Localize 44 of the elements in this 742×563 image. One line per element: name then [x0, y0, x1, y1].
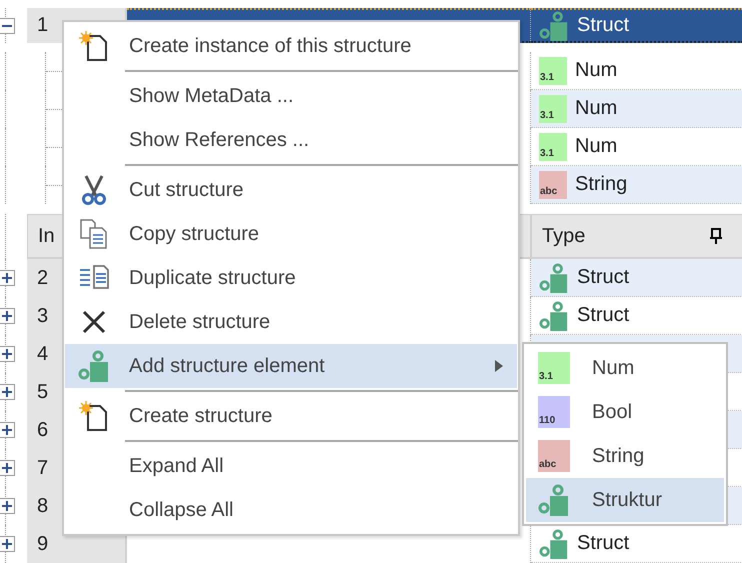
- menu-item[interactable]: abc String: [526, 434, 724, 478]
- menu-item[interactable]: Show MetaData ...: [65, 74, 517, 118]
- menu-item[interactable]: Cut structure: [65, 168, 517, 212]
- type-badge-icon: 3.1: [539, 56, 567, 84]
- type-label: Struct: [577, 304, 630, 327]
- new-document-icon: [78, 400, 110, 432]
- column-header[interactable]: Type: [531, 214, 742, 259]
- type-badge-icon: 3.1: [539, 94, 567, 122]
- new-document-icon: [78, 30, 110, 62]
- pin-icon[interactable]: [710, 228, 722, 244]
- menu-item[interactable]: Show References ...: [65, 118, 517, 162]
- type-label: Struct: [577, 532, 630, 555]
- expand-icon[interactable]: [0, 422, 15, 438]
- type-badge-icon: 3.1: [538, 352, 570, 384]
- type-label: Struct: [577, 14, 630, 37]
- copy-icon: [78, 218, 110, 250]
- type-label: Num: [575, 135, 618, 158]
- structure-icon: [539, 10, 569, 40]
- type-label: Num: [575, 97, 618, 120]
- menu-item[interactable]: Copy structure: [65, 212, 517, 256]
- type-badge-icon: 3.1: [539, 132, 567, 160]
- structure-icon: [539, 300, 569, 330]
- menu-item[interactable]: Add structure element: [65, 344, 517, 388]
- expand-icon[interactable]: [0, 498, 15, 514]
- menu-item[interactable]: 3.1 Num: [526, 346, 724, 390]
- menu-item[interactable]: Struktur: [526, 478, 724, 522]
- collapse-icon[interactable]: [0, 18, 15, 34]
- type-badge-icon: abc: [539, 170, 567, 198]
- type-label: Struct: [577, 266, 630, 289]
- type-label: Num: [575, 59, 618, 82]
- type-badge-icon: 110: [538, 396, 570, 428]
- expand-icon[interactable]: [0, 460, 15, 476]
- type-badge-icon: abc: [538, 440, 570, 472]
- expand-icon[interactable]: [0, 270, 15, 286]
- expand-icon[interactable]: [0, 384, 15, 400]
- expand-icon[interactable]: [0, 308, 15, 324]
- structure-icon: [539, 262, 569, 292]
- structure-icon: [539, 528, 569, 558]
- structure-icon: [78, 350, 110, 382]
- expand-icon[interactable]: [0, 346, 15, 362]
- menu-item[interactable]: 110 Bool: [526, 390, 724, 434]
- expand-icon[interactable]: [0, 536, 15, 552]
- type-label: String: [575, 173, 628, 196]
- structure-icon: [538, 484, 570, 516]
